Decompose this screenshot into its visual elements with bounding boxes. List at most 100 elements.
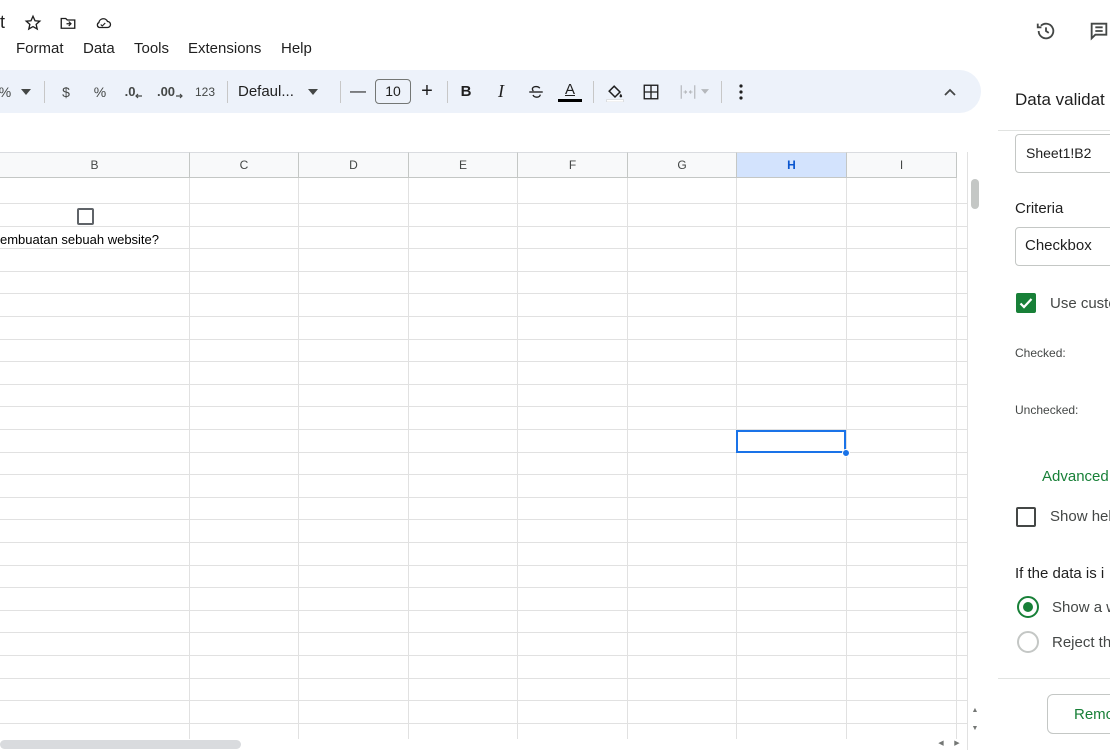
panel-title: Data validat <box>1015 90 1105 109</box>
row-line <box>0 722 967 724</box>
font-family-select[interactable]: Defaul... <box>238 70 330 113</box>
zoom-percent-fragment[interactable]: % <box>0 70 11 113</box>
column-header-g[interactable]: G <box>628 152 737 178</box>
font-family-value: Defaul... <box>238 83 294 100</box>
panel-footer-divider <box>998 678 1110 679</box>
row-line <box>0 248 967 250</box>
invalid-data-label: If the data is i <box>1015 565 1105 582</box>
row-line <box>0 609 967 611</box>
decrease-font-size-button[interactable]: — <box>348 70 368 113</box>
radio-reject-input[interactable] <box>1017 631 1039 653</box>
merge-cells-icon[interactable] <box>674 70 714 113</box>
toolbar-divider <box>340 81 341 103</box>
row-line <box>0 225 967 227</box>
show-warning-label: Show a w <box>1052 599 1110 616</box>
grid-line <box>736 178 737 750</box>
criteria-select-value: Checkbox <box>1025 237 1092 254</box>
show-help-checkbox[interactable] <box>1016 507 1036 527</box>
column-header-b[interactable]: B <box>0 152 190 178</box>
toolbar-divider <box>44 81 45 103</box>
unchecked-label: Unchecked: <box>1015 403 1079 417</box>
scroll-down-icon[interactable]: ▼ <box>971 725 979 733</box>
text-color-bar <box>558 99 582 102</box>
cell-checkbox[interactable] <box>77 208 94 225</box>
menu-data[interactable]: Data <box>83 40 115 57</box>
fill-handle[interactable] <box>842 449 850 457</box>
row-line <box>0 203 967 204</box>
scrollbar-thumb[interactable] <box>971 179 979 209</box>
move-folder-icon[interactable] <box>57 12 79 34</box>
column-header-c[interactable]: C <box>190 152 299 178</box>
custom-values-checkbox[interactable] <box>1016 293 1036 313</box>
column-header-f[interactable]: F <box>518 152 628 178</box>
horizontal-scrollbar[interactable]: ◀ ▶ <box>0 739 967 750</box>
star-icon[interactable] <box>22 12 44 34</box>
panel-divider <box>998 130 1110 131</box>
row-line <box>0 564 967 566</box>
row-line <box>0 700 967 702</box>
more-formats-button[interactable]: 123 <box>192 70 218 113</box>
checked-label: Checked: <box>1015 346 1066 360</box>
row-line <box>0 474 967 476</box>
selected-cell[interactable] <box>736 430 846 453</box>
more-options-icon[interactable] <box>732 70 750 113</box>
comments-icon[interactable] <box>1088 20 1110 42</box>
row-line <box>0 496 967 498</box>
row-line <box>0 542 967 543</box>
toolbar-divider <box>447 81 448 103</box>
cloud-status-icon[interactable] <box>92 12 114 34</box>
font-size-input[interactable]: 10 <box>375 79 411 104</box>
strikethrough-icon[interactable] <box>525 70 547 113</box>
version-history-icon[interactable] <box>1035 20 1057 42</box>
radio-show-warning[interactable] <box>1017 596 1039 618</box>
bold-button[interactable]: B <box>456 70 476 113</box>
fill-color-icon[interactable] <box>603 70 627 113</box>
grid-line <box>956 178 957 750</box>
vertical-scrollbar[interactable]: ▲ ▼ <box>967 152 981 750</box>
increase-decimal-button[interactable]: .00 <box>156 70 184 113</box>
menu-format[interactable]: Format <box>16 40 64 57</box>
column-header-h[interactable]: H <box>737 152 847 178</box>
grid-line <box>189 178 190 750</box>
scroll-up-icon[interactable]: ▲ <box>971 707 979 715</box>
scroll-right-icon[interactable]: ▶ <box>952 739 962 749</box>
column-header-i[interactable]: I <box>847 152 957 178</box>
column-header-d[interactable]: D <box>299 152 409 178</box>
column-header-e[interactable]: E <box>409 152 518 178</box>
criteria-label: Criteria <box>1015 200 1064 217</box>
zoom-dropdown-icon[interactable] <box>18 70 34 113</box>
menu-extensions[interactable]: Extensions <box>188 40 261 57</box>
increase-decimal-label: .00 <box>156 84 176 99</box>
grid-line <box>517 178 518 750</box>
row-line <box>0 677 967 679</box>
row-line <box>0 383 967 385</box>
italic-button[interactable]: I <box>491 70 511 113</box>
collapse-toolbar-icon[interactable] <box>938 70 962 113</box>
toolbar-divider <box>227 81 228 103</box>
cell-b3-text[interactable]: embuatan sebuah website? <box>0 232 159 247</box>
custom-values-label: Use custo <box>1050 295 1110 312</box>
toolbar-divider <box>593 81 594 103</box>
formula-bar[interactable] <box>0 120 981 152</box>
spreadsheet-grid[interactable]: B C D E F G H I embuatan sebuah website? <box>0 152 967 750</box>
row-line <box>0 338 967 340</box>
remove-rule-button[interactable]: Remo <box>1047 694 1110 734</box>
increase-font-size-button[interactable]: + <box>417 70 437 113</box>
horizontal-scrollbar-thumb[interactable] <box>0 740 241 749</box>
show-help-label: Show hel <box>1050 508 1110 525</box>
row-line <box>0 587 967 589</box>
row-line <box>0 632 967 634</box>
currency-format-button[interactable]: $ <box>56 70 76 113</box>
row-line <box>0 361 967 363</box>
chevron-down-icon <box>701 89 709 94</box>
borders-icon[interactable] <box>640 70 662 113</box>
menu-help[interactable]: Help <box>281 40 312 57</box>
advanced-options-link[interactable]: Advanced <box>1042 468 1109 485</box>
menu-tools[interactable]: Tools <box>134 40 169 57</box>
decrease-decimal-button[interactable]: .0 <box>122 70 146 113</box>
doc-title[interactable]: t <box>0 12 5 33</box>
percent-format-button[interactable]: % <box>90 70 110 113</box>
text-color-button[interactable]: A <box>557 70 583 113</box>
scroll-left-icon[interactable]: ◀ <box>936 739 946 749</box>
grid-line <box>846 178 847 750</box>
